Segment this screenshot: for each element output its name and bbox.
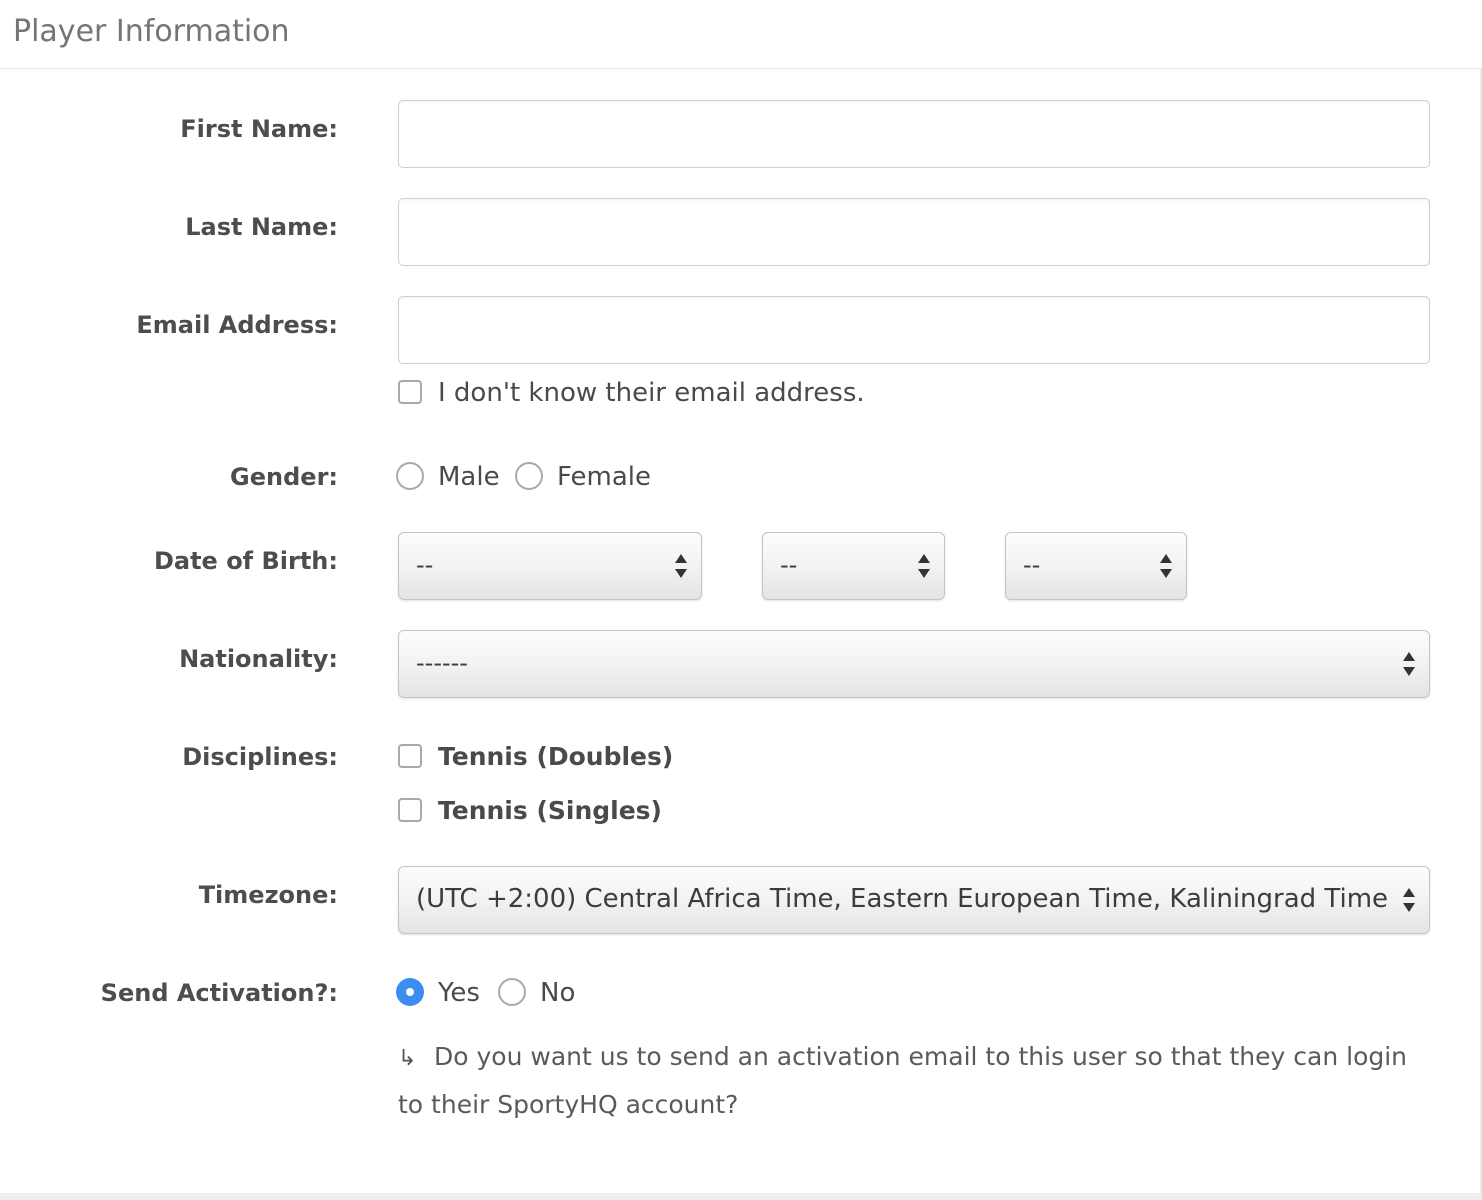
select-arrows-icon xyxy=(1160,554,1172,578)
timezone-select[interactable]: (UTC +2:00) Central Africa Time, Eastern… xyxy=(398,866,1430,934)
email-label: Email Address: xyxy=(136,311,338,339)
activation-yes-label[interactable]: Yes xyxy=(438,978,480,1008)
select-arrows-icon xyxy=(918,554,930,578)
select-arrows-icon xyxy=(1403,652,1415,676)
return-arrow-icon: ↳ xyxy=(398,1046,417,1071)
panel-title: Player Information xyxy=(13,14,290,49)
last-name-input[interactable] xyxy=(398,198,1430,266)
nationality-value: ------ xyxy=(416,649,468,677)
panel-bottom-border xyxy=(0,1193,1482,1200)
dob-month-select[interactable]: -- xyxy=(398,532,702,600)
activation-help-text: Do you want us to send an activation ema… xyxy=(398,1042,1408,1119)
timezone-value: (UTC +2:00) Central Africa Time, Eastern… xyxy=(416,884,1389,914)
dob-day-select[interactable]: -- xyxy=(762,532,945,600)
gender-male-radio[interactable] xyxy=(396,462,424,490)
unknown-email-label[interactable]: I don't know their email address. xyxy=(438,378,865,408)
nationality-select[interactable]: ------ xyxy=(398,630,1430,698)
gender-male-label[interactable]: Male xyxy=(438,462,500,492)
nationality-label: Nationality: xyxy=(179,645,338,673)
last-name-label: Last Name: xyxy=(185,213,338,241)
first-name-input[interactable] xyxy=(398,100,1430,168)
discipline-singles-checkbox[interactable] xyxy=(398,798,422,822)
dob-year-value: -- xyxy=(1023,551,1041,579)
send-activation-label: Send Activation?: xyxy=(100,979,338,1007)
gender-label: Gender: xyxy=(230,463,338,491)
discipline-doubles-label[interactable]: Tennis (Doubles) xyxy=(438,742,673,771)
email-input[interactable] xyxy=(398,296,1430,364)
gender-female-radio[interactable] xyxy=(515,462,543,490)
dob-year-select[interactable]: -- xyxy=(1005,532,1187,600)
title-divider xyxy=(0,68,1482,69)
gender-female-label[interactable]: Female xyxy=(557,462,651,492)
select-arrows-icon xyxy=(675,554,687,578)
activation-no-radio[interactable] xyxy=(498,978,526,1006)
discipline-doubles-checkbox[interactable] xyxy=(398,744,422,768)
dob-day-value: -- xyxy=(780,551,798,579)
dob-label: Date of Birth: xyxy=(153,547,338,575)
select-arrows-icon xyxy=(1403,888,1415,912)
timezone-label: Timezone: xyxy=(198,881,338,909)
activation-help: ↳ Do you want us to send an activation em… xyxy=(398,1034,1418,1128)
activation-no-label[interactable]: No xyxy=(540,978,575,1008)
activation-yes-radio[interactable] xyxy=(396,978,424,1006)
first-name-label: First Name: xyxy=(180,115,338,143)
unknown-email-checkbox[interactable] xyxy=(398,380,422,404)
discipline-singles-label[interactable]: Tennis (Singles) xyxy=(438,796,662,825)
disciplines-label: Disciplines: xyxy=(182,743,338,771)
dob-month-value: -- xyxy=(416,551,434,579)
